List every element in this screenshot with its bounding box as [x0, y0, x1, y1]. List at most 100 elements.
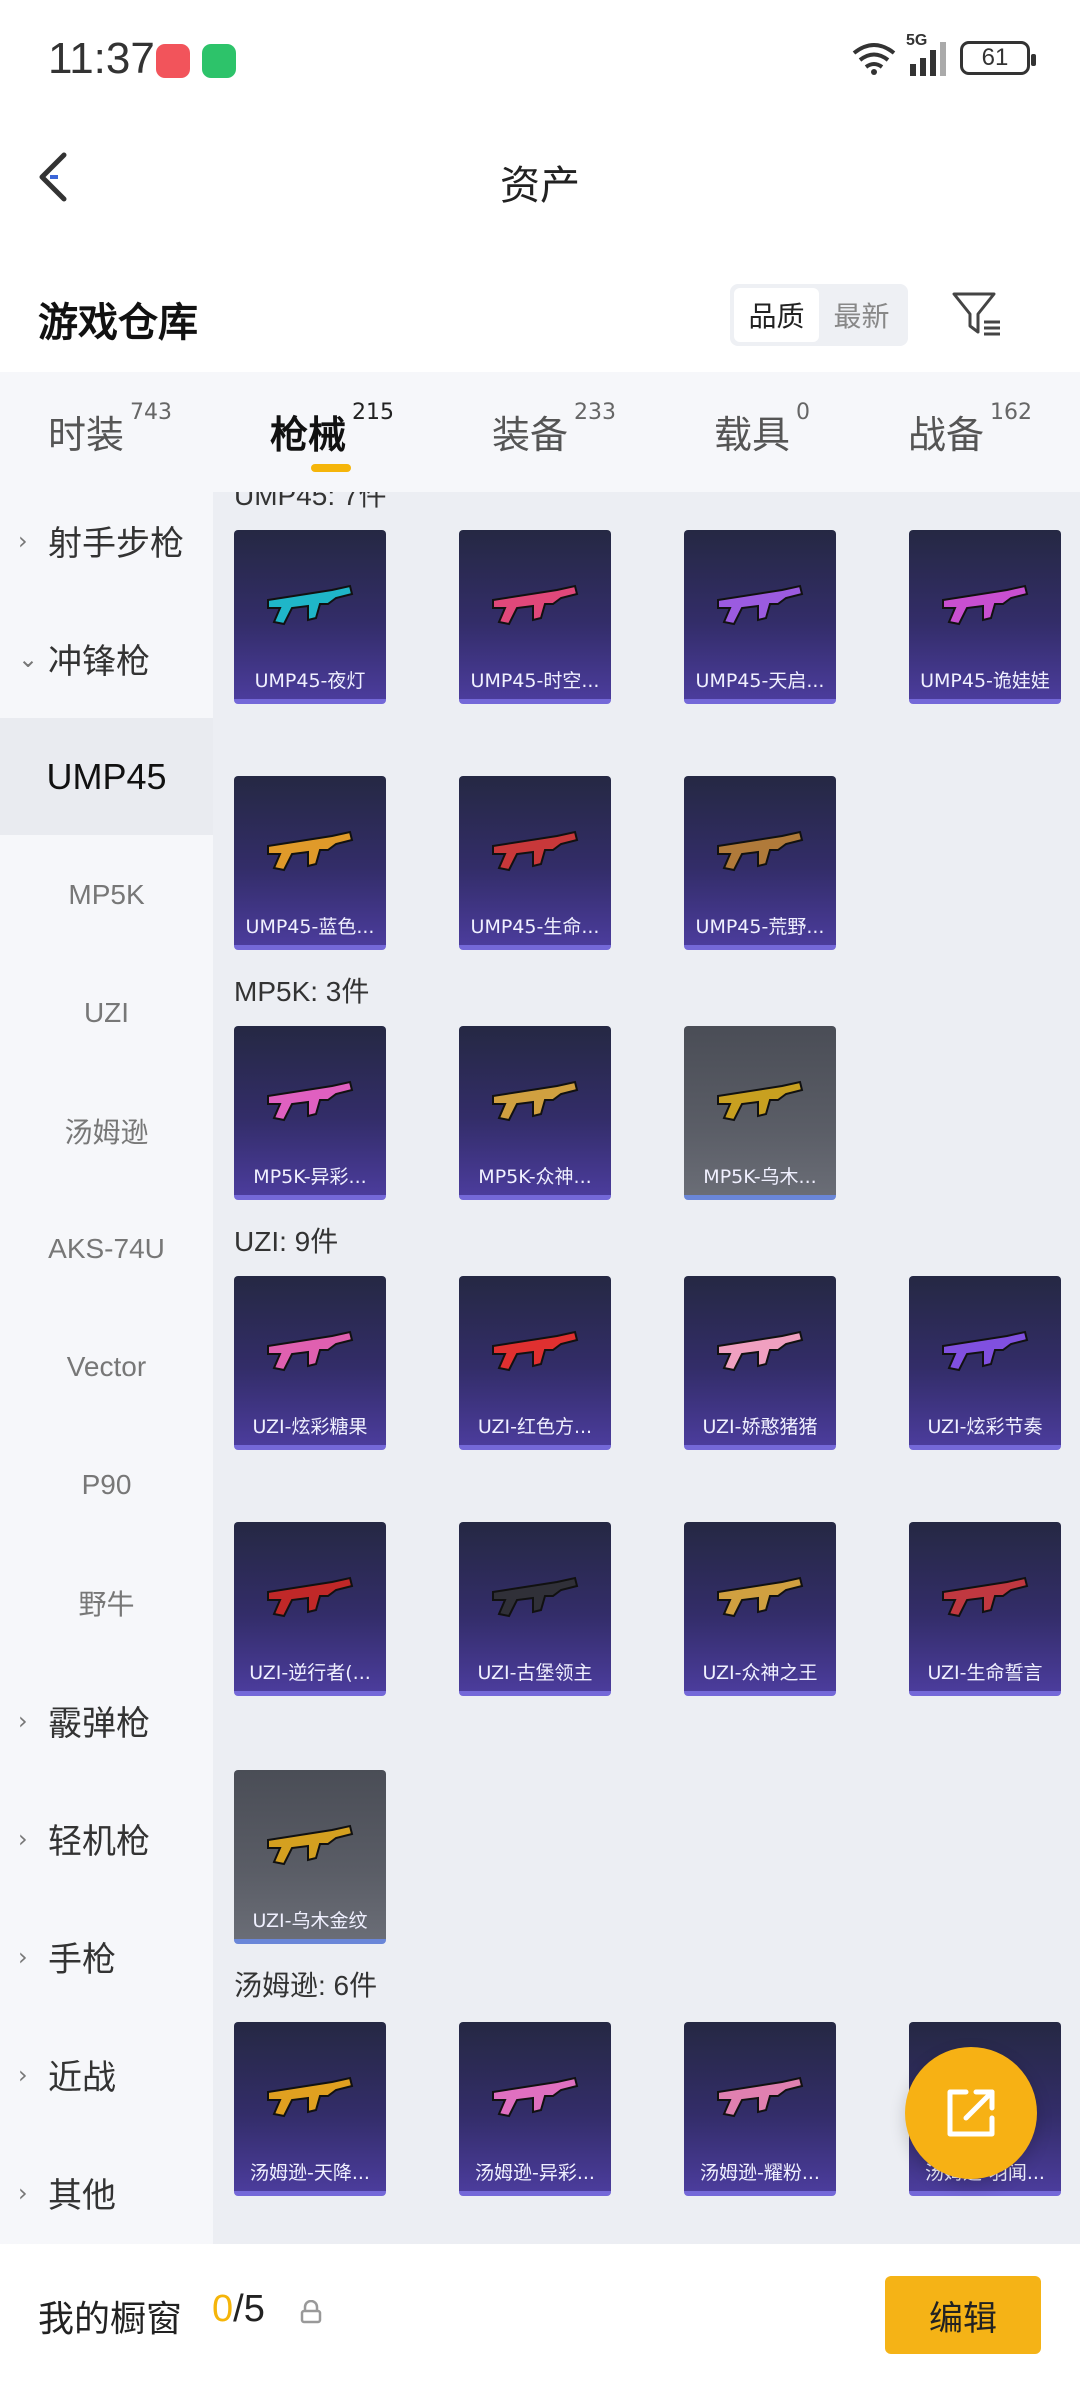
weapon-skin-image	[492, 1080, 579, 1122]
weapon-skin-image	[942, 1330, 1029, 1372]
item-card[interactable]: 汤姆逊-天降...	[234, 2022, 386, 2196]
item-card[interactable]: UMP45-时空...	[459, 530, 611, 704]
sort-quality-button[interactable]: 品质	[734, 288, 819, 342]
sidebar-category[interactable]: › 手枪	[0, 1898, 213, 2015]
item-name: UZI-乌木金纹	[252, 1910, 368, 1932]
sidebar-item-label: MP5K	[68, 878, 145, 910]
sidebar-category[interactable]: › 轻机枪	[0, 1780, 213, 1897]
item-card[interactable]: UZI-众神之王	[684, 1522, 836, 1696]
weapon-skin-image	[492, 2076, 579, 2118]
item-name: UZI-众神之王	[702, 1662, 818, 1684]
page-title: 资产	[500, 163, 580, 209]
item-card[interactable]: UZI-炫彩糖果	[234, 1276, 386, 1450]
chevron-right-icon: ›	[18, 2060, 28, 2089]
sidebar-subcategory[interactable]: 汤姆逊	[0, 1072, 213, 1189]
sidebar-category[interactable]: › 近战	[0, 2016, 213, 2133]
item-card[interactable]: UMP45-蓝色...	[234, 776, 386, 950]
tab-fashion[interactable]: 时装743	[48, 400, 172, 459]
weapon-skin-image	[717, 1080, 804, 1122]
tab-vehicles[interactable]: 载具0	[714, 400, 810, 459]
edit-button[interactable]: 编辑	[885, 2276, 1041, 2354]
item-card[interactable]: UMP45-荒野...	[684, 776, 836, 950]
chevron-right-icon: ›	[18, 1942, 28, 1971]
item-card[interactable]: UMP45-天启...	[684, 530, 836, 704]
sidebar-subcategory[interactable]: MP5K	[0, 836, 213, 953]
sidebar-item-label: 其他	[48, 2176, 116, 2216]
item-name: UMP45-蓝色...	[245, 916, 375, 938]
sidebar-category[interactable]: › 射手步枪	[0, 482, 213, 599]
status-time: 11:37	[48, 34, 155, 83]
item-card[interactable]: MP5K-异彩...	[234, 1026, 386, 1200]
sidebar-subcategory[interactable]: AKS-74U	[0, 1190, 213, 1307]
item-card[interactable]: MP5K-乌木...	[684, 1026, 836, 1200]
item-name: UMP45-生命...	[470, 916, 600, 938]
weapon-skin-image	[717, 1576, 804, 1618]
item-card[interactable]: UZI-乌木金纹	[234, 1770, 386, 1944]
item-card[interactable]: UZI-逆行者(...	[234, 1522, 386, 1696]
item-card[interactable]: MP5K-众神...	[459, 1026, 611, 1200]
sidebar-subcategory[interactable]: UZI	[0, 954, 213, 1071]
item-card[interactable]: UZI-古堡领主	[459, 1522, 611, 1696]
item-name: UZI-炫彩节奏	[927, 1416, 1043, 1438]
showcase-count: 0/5	[212, 2288, 265, 2330]
chevron-right-icon: ›	[18, 2178, 28, 2207]
item-card[interactable]: UZI-红色方...	[459, 1276, 611, 1450]
battery-icon: 61	[960, 41, 1036, 75]
sidebar-item-label: 汤姆逊	[64, 1115, 149, 1149]
weapon-skin-image	[492, 1576, 579, 1618]
section-title: 游戏仓库	[38, 300, 198, 346]
weapon-skin-image	[492, 830, 579, 872]
sidebar-category[interactable]: › 其他	[0, 2134, 213, 2251]
sort-newest-button[interactable]: 最新	[819, 288, 904, 342]
weapon-skin-image	[942, 1576, 1029, 1618]
status-bar: 11:37 5G 61	[0, 0, 1080, 125]
item-name: MP5K-众神...	[478, 1166, 592, 1188]
weapon-skin-image	[267, 584, 354, 626]
sidebar-subcategory[interactable]: UMP45	[0, 718, 213, 835]
item-name: UMP45-夜灯	[254, 670, 366, 692]
item-card[interactable]: 汤姆逊-异彩...	[459, 2022, 611, 2196]
weapon-skin-image	[717, 830, 804, 872]
weapon-skin-image	[717, 2076, 804, 2118]
filter-icon[interactable]	[950, 286, 1004, 340]
sidebar-category[interactable]: › 霰弹枪	[0, 1662, 213, 1779]
share-button[interactable]	[905, 2047, 1037, 2179]
group-heading: MP5K: 3件	[234, 976, 370, 1007]
showcase-label: 我的橱窗	[38, 2299, 183, 2340]
header: 资产	[0, 125, 1080, 235]
item-card[interactable]: UZI-炫彩节奏	[909, 1276, 1061, 1450]
item-card[interactable]: 汤姆逊-耀粉...	[684, 2022, 836, 2196]
item-name: MP5K-异彩...	[253, 1166, 367, 1188]
sidebar-item-label: 近战	[48, 2058, 116, 2098]
sidebar-subcategory[interactable]: Vector	[0, 1308, 213, 1425]
sidebar-item-label: 霰弹枪	[48, 1704, 150, 1744]
weapon-skin-image	[267, 1330, 354, 1372]
active-tab-indicator	[311, 464, 351, 472]
item-card[interactable]: UMP45-诡娃娃	[909, 530, 1061, 704]
tab-firearms[interactable]: 枪械215	[270, 400, 394, 459]
sidebar-category[interactable]: ⌄ 冲锋枪	[0, 600, 213, 717]
sidebar-item-label: UMP45	[46, 755, 167, 797]
item-card[interactable]: UMP45-夜灯	[234, 530, 386, 704]
tab-equipment[interactable]: 装备233	[492, 400, 616, 459]
weapon-type-sidebar: › 射手步枪 ⌄ 冲锋枪 UMP45 MP5K UZI 汤姆逊 AKS-74U Vector P90…	[0, 492, 213, 2244]
section-bar: 游戏仓库 品质 最新	[0, 262, 1080, 372]
item-grid: UMP45: 7件 UMP45-夜灯 UMP45-时空... UMP45-天启... U…	[213, 492, 1080, 2244]
item-card[interactable]: UZI-生命誓言	[909, 1522, 1061, 1696]
item-name: UMP45-诡娃娃	[920, 670, 1050, 692]
item-name: UZI-逆行者(...	[249, 1662, 371, 1684]
item-card[interactable]: UMP45-生命...	[459, 776, 611, 950]
sidebar-subcategory[interactable]: 野牛	[0, 1544, 213, 1661]
battery-level: 61	[981, 44, 1009, 71]
tab-supplies[interactable]: 战备162	[908, 400, 1032, 459]
wechat-icon	[202, 44, 236, 78]
sidebar-subcategory[interactable]: P90	[0, 1426, 213, 1543]
item-card[interactable]: UZI-娇憨猪猪	[684, 1276, 836, 1450]
group-heading: UZI: 9件	[234, 1226, 339, 1257]
weapon-skin-image	[267, 1080, 354, 1122]
item-name: 汤姆逊-耀粉...	[700, 2162, 820, 2184]
sidebar-item-label: UZI	[83, 996, 130, 1028]
item-name: 汤姆逊-异彩...	[475, 2162, 595, 2184]
item-name: UMP45-时空...	[470, 670, 600, 692]
weapon-skin-image	[267, 2076, 354, 2118]
